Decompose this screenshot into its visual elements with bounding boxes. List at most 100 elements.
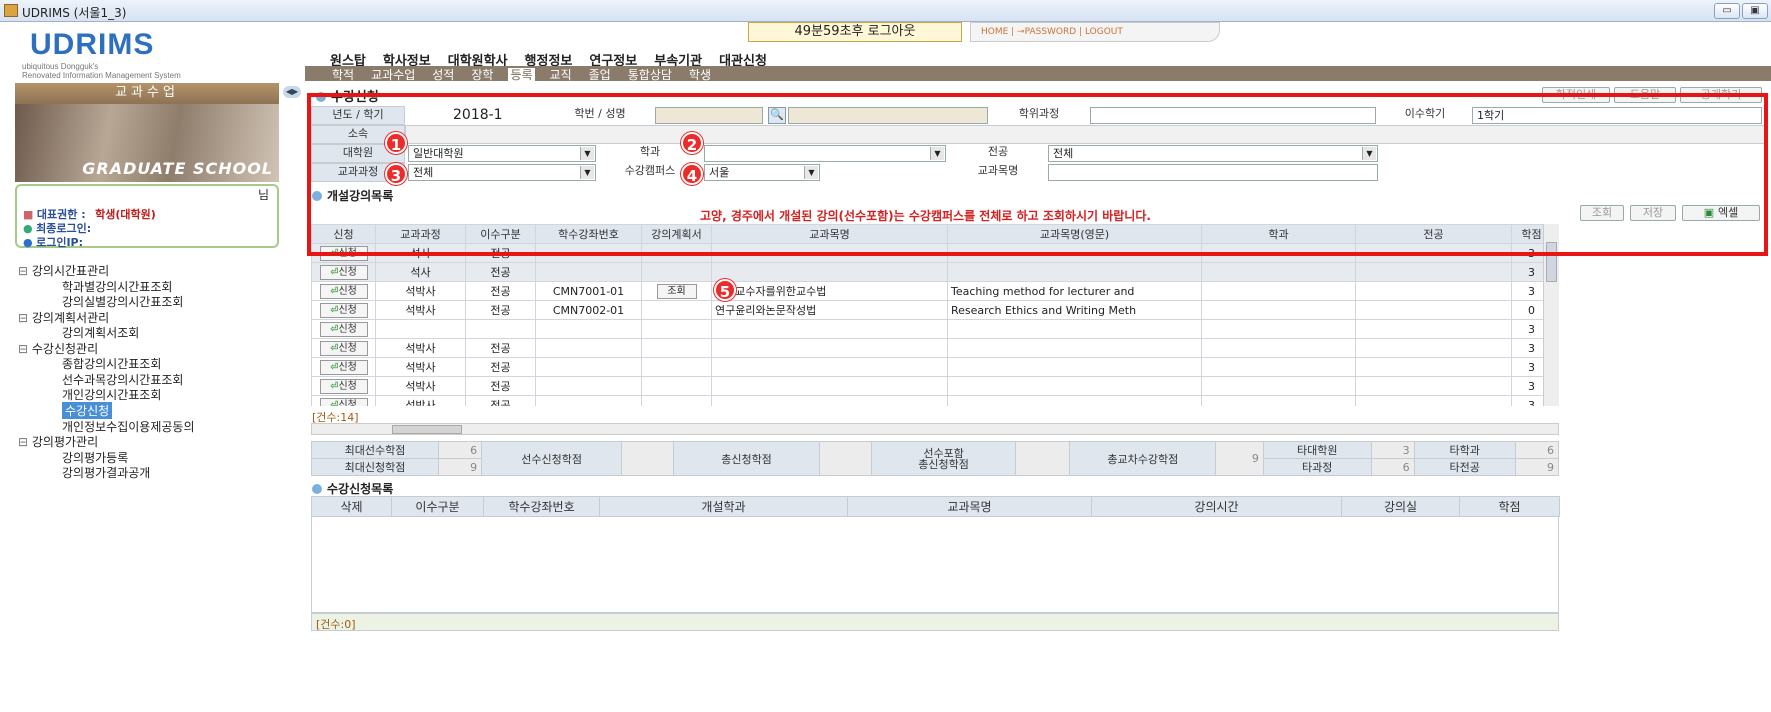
table-row[interactable]: ⏎신청 석사 전공 3 [311, 243, 1543, 263]
bullet-icon [316, 92, 326, 102]
column-header[interactable]: 교과과정 [375, 224, 466, 244]
table-row[interactable]: ⏎신청 석박사 전공 CMN7002-01 연구윤리와논문작성법 Research Eth… [311, 300, 1543, 320]
table-row[interactable]: ⏎신청 석박사 전공 CMN7001-01 조회 예비교수자를위한교수법 Teaching … [311, 281, 1543, 301]
column-header[interactable]: 교과목명(영문) [947, 224, 1202, 244]
collapse-sidebar-icon[interactable]: ◀▶ [283, 86, 301, 98]
maximize-button[interactable]: ▣ [1742, 3, 1768, 19]
applied-column-header[interactable]: 강의실 [1341, 496, 1460, 517]
table-row[interactable]: ⏎신청 석박사 전공 3 [311, 357, 1543, 377]
tree-expander-icon: ⊟ [18, 311, 32, 325]
sidebar-item[interactable]: 수강신청 [62, 402, 113, 419]
column-header[interactable]: 교과목명 [711, 224, 948, 244]
excel-button[interactable]: ▣ 엑셀 [1682, 205, 1760, 221]
other-major-label: 타전공 [1413, 458, 1516, 476]
subject-name-input[interactable] [1048, 164, 1378, 181]
apply-button[interactable]: ⏎신청 [319, 397, 368, 406]
course-type-select[interactable]: 전체 ▼ [408, 164, 596, 181]
apply-label: 신청 [338, 342, 357, 354]
table-row[interactable]: ⏎신청 석박사 전공 3 [311, 338, 1543, 358]
search-button[interactable]: 조회 [1580, 205, 1624, 221]
max-apply-label: 최대신청학점 [310, 458, 440, 476]
table-cell: ⏎신청 [311, 357, 376, 377]
top-links[interactable]: HOME | ⊸PASSWORD | LOGOUT [970, 22, 1220, 42]
apply-button[interactable]: ⏎신청 [319, 359, 368, 375]
table-cell [1201, 300, 1356, 320]
department-select[interactable]: ▼ [704, 145, 946, 162]
grad-school-select[interactable]: 일반대학원 ▼ [408, 145, 596, 162]
column-header[interactable]: 학수강좌번호 [535, 224, 642, 244]
table-cell [1201, 376, 1356, 396]
table-cell [1355, 243, 1512, 263]
campus-notice: 고양, 경주에서 개설된 강의(선수포함)는 수강캠퍼스를 전체로 하고 조회하… [700, 209, 1151, 223]
cross-apply-label: 총교차수강학점 [1069, 441, 1217, 476]
print-record-button[interactable]: 학적인쇄 [1542, 87, 1610, 103]
sub-menu-item[interactable]: 학적 [330, 68, 356, 82]
apply-button[interactable]: ⏎신청 [319, 264, 368, 280]
table-horizontal-scrollbar[interactable] [311, 423, 1559, 435]
applied-column-header[interactable]: 삭제 [311, 496, 392, 517]
sub-menu-item[interactable]: 학생 [687, 68, 713, 82]
table-cell: 3 [1511, 357, 1543, 377]
table-cell: 석사 [375, 243, 466, 263]
campus-select[interactable]: 서울 ▼ [704, 164, 820, 181]
minimize-button[interactable]: ▭ [1714, 3, 1740, 19]
table-row[interactable]: ⏎신청 석사 전공 3 [311, 262, 1543, 282]
table-row[interactable]: ⏎신청 석박사 전공 3 [311, 376, 1543, 396]
tree-expander-icon: ⊟ [18, 342, 32, 356]
column-header[interactable]: 전공 [1355, 224, 1512, 244]
student-id-field[interactable] [655, 107, 763, 124]
open-term-button[interactable]: 공개학기 [1680, 87, 1762, 103]
applied-column-header[interactable]: 강의시간 [1091, 496, 1342, 517]
applied-column-header[interactable]: 이수구분 [391, 496, 484, 517]
column-header[interactable]: 학과 [1201, 224, 1356, 244]
column-header[interactable]: 강의계획서 [641, 224, 712, 244]
annotation-3: 3 [385, 163, 407, 185]
apply-button[interactable]: ⏎신청 [319, 321, 368, 337]
tree-group[interactable]: ⊟ 강의평가관리 [18, 433, 98, 450]
apply-button[interactable]: ⏎신청 [319, 378, 368, 394]
table-cell: 예비교수자를위한교수법 [711, 281, 948, 301]
major-select[interactable]: 전체 ▼ [1048, 145, 1378, 162]
sub-menu-item[interactable]: 등록 [508, 68, 535, 82]
tree-group[interactable]: ⊟ 강의시간표관리 [18, 262, 109, 279]
sidebar-item[interactable]: 종합강의시간표조회 [62, 355, 161, 372]
apply-button[interactable]: ⏎신청 [319, 283, 368, 299]
column-header[interactable]: 이수구분 [465, 224, 536, 244]
table-cell [1201, 319, 1356, 339]
table-cell [711, 395, 948, 406]
table-cell: 석박사 [375, 395, 466, 406]
save-button[interactable]: 저장 [1630, 205, 1676, 221]
table-row[interactable]: ⏎신청 3 [311, 319, 1543, 339]
sidebar-item[interactable]: 개인강의시간표조회 [62, 386, 161, 403]
table-cell: ⏎신청 [311, 376, 376, 396]
column-header[interactable]: 신청 [311, 224, 376, 244]
sidebar-item[interactable]: 강의실별강의시간표조회 [62, 293, 183, 310]
apply-button[interactable]: ⏎신청 [319, 340, 368, 356]
applied-column-header[interactable]: 학점 [1459, 496, 1560, 517]
subject-name-label: 교과목명 [977, 164, 1019, 177]
sidebar-item[interactable]: 강의평가결과공개 [62, 464, 150, 481]
sub-menu-item[interactable]: 졸업 [587, 68, 613, 82]
sub-menu-item[interactable]: 교직 [548, 68, 574, 82]
search-icon[interactable]: 🔍 [768, 107, 786, 124]
h-scroll-thumb[interactable] [392, 425, 462, 434]
applied-column-header[interactable]: 학수강좌번호 [483, 496, 600, 517]
applied-column-header[interactable]: 개설학과 [599, 496, 848, 517]
table-cell [1355, 281, 1512, 301]
table-row[interactable]: ⏎신청 석박사 전공 3 [311, 395, 1543, 406]
apply-button[interactable]: ⏎신청 [319, 245, 368, 261]
applied-column-header[interactable]: 교과목명 [847, 496, 1092, 517]
sub-menu-item[interactable]: 장학 [469, 68, 495, 82]
table-vertical-scrollbar[interactable] [1543, 224, 1559, 406]
sub-menu-item[interactable]: 교과수업 [369, 68, 417, 82]
scroll-thumb[interactable] [1546, 242, 1557, 282]
sidebar-item[interactable]: 강의계획서조회 [62, 324, 139, 341]
sub-menu-item[interactable]: 통합상담 [626, 68, 674, 82]
table-cell: 석박사 [375, 338, 466, 358]
view-plan-button[interactable]: 조회 [656, 283, 697, 299]
sub-menu-item[interactable]: 성적 [430, 68, 456, 82]
table-cell [711, 262, 948, 282]
apply-button[interactable]: ⏎신청 [319, 302, 368, 318]
help-button[interactable]: 도움말 [1614, 87, 1676, 103]
column-header[interactable]: 학점 [1511, 224, 1543, 244]
